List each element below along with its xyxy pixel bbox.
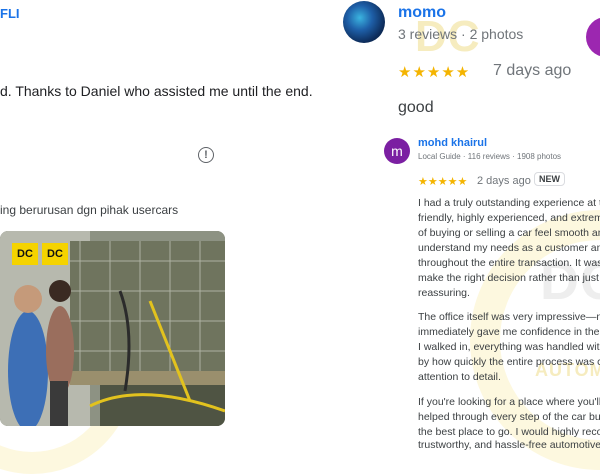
review-line: I walked in, everything was handled with [418, 341, 600, 353]
left-reviewer-name[interactable]: FLI [0, 6, 20, 21]
review-line: understand my needs as a customer and [418, 242, 600, 254]
momo-review-time: 7 days ago [493, 62, 572, 79]
mohd-review-time: 2 days ago [477, 175, 531, 187]
review-line: friendly, highly experienced, and extrem… [418, 212, 600, 224]
info-icon[interactable]: ! [198, 147, 214, 163]
momo-review-text: good [398, 99, 434, 116]
mohd-star-rating: ★★★★★ [418, 176, 468, 188]
review-line: throughout the entire transaction. It wa… [418, 257, 600, 269]
left-review-text: d. Thanks to Daniel who assisted me unti… [0, 83, 313, 99]
momo-review-meta: 3 reviews · 2 photos [398, 26, 524, 42]
mohd-avatar[interactable]: m [384, 138, 410, 164]
mohd-review-meta: Local Guide · 116 reviews · 1908 photos [418, 152, 562, 161]
review-line: trustworthy, and hassle-free automotive [418, 439, 600, 451]
momo-reviewer-name[interactable]: momo [398, 4, 446, 22]
left-review-reply-text: ing berurusan dgn pihak usercars [0, 203, 179, 217]
new-badge: NEW [534, 172, 565, 186]
review-line: immediately gave me confidence in the p [418, 326, 600, 338]
photo-badge-dc-2: DC [42, 243, 68, 265]
review-line: of buying or selling a car feel smooth a… [418, 227, 600, 239]
review-line: reassuring. [418, 287, 470, 299]
review-line: The office itself was very impressive—ne [418, 311, 600, 323]
momo-star-rating: ★★★★★ [398, 64, 471, 81]
review-line: attention to detail. [418, 371, 501, 383]
mohd-reviewer-name[interactable]: mohd khairul [418, 137, 487, 149]
review-line: by how quickly the entire process was co [418, 356, 600, 368]
momo-avatar[interactable] [343, 1, 385, 43]
review-line: I had a truly outstanding experience at … [418, 197, 600, 209]
next-avatar-edge[interactable] [586, 17, 600, 57]
review-line: make the right decision rather than just… [418, 272, 600, 284]
photo-badge-dc-1: DC [12, 243, 38, 265]
review-line: If you're looking for a place where you'… [418, 396, 600, 408]
review-line: helped through every step of the car buy [418, 411, 600, 423]
review-photo[interactable]: DC DC [0, 231, 225, 426]
